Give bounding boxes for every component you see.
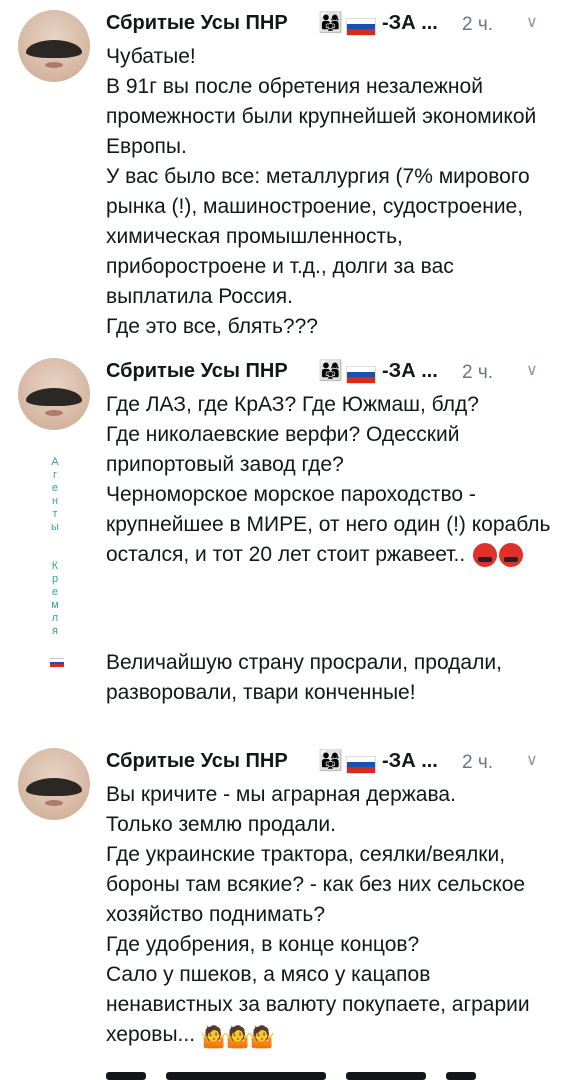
person-emoji-icon: 🤷 (224, 1026, 252, 1050)
avatar[interactable] (18, 358, 90, 430)
tweet-text: Вы кричите - мы аграрная держава. Только… (106, 780, 556, 1050)
tweet-text: Где ЛАЗ, где КрАЗ? Где Южмаш, блд? Где н… (106, 390, 556, 570)
family-emoji-icon: 👨‍👩‍👧 (318, 12, 343, 34)
author-name[interactable]: Сбритые Усы ПНР (106, 360, 288, 383)
next-tweet-cutoff (106, 1068, 506, 1080)
angry-face-icon (499, 543, 524, 568)
tweet-3[interactable]: Сбритые Усы ПНР 👨‍👩‍👧 -ЗА ... 2 ч. ∨ Вы … (0, 748, 567, 1068)
tweet-time[interactable]: 2 ч. (462, 362, 493, 384)
tweet-2[interactable]: Сбритые Усы ПНР 👨‍👩‍👧 -ЗА ... 2 ч. ∨ Где… (0, 358, 567, 738)
mouth-graphic (45, 410, 63, 416)
tweet-text-part1: Где ЛАЗ, где КрАЗ? Где Южмаш, блд? Где н… (106, 393, 551, 566)
tweet-time[interactable]: 2 ч. (462, 752, 493, 774)
tweet-header: Сбритые Усы ПНР 👨‍👩‍👧 -ЗА ... 2 ч. ∨ (106, 358, 546, 388)
tweet-text-part2: Величайшую страну просрали, продали, раз… (106, 651, 502, 704)
chevron-down-icon[interactable]: ∨ (526, 750, 538, 770)
mouth-graphic (45, 800, 63, 806)
avatar[interactable] (18, 748, 90, 820)
avatar[interactable] (18, 10, 90, 82)
angry-face-icon (473, 543, 498, 568)
tweet-time[interactable]: 2 ч. (462, 14, 493, 36)
tweet-header: Сбритые Усы ПНР 👨‍👩‍👧 -ЗА ... 2 ч. ∨ (106, 748, 546, 778)
tweet-text: Чубатые! В 91г вы после обретения незале… (106, 45, 537, 338)
chevron-down-icon[interactable]: ∨ (526, 12, 538, 32)
author-name[interactable]: Сбритые Усы ПНР (106, 750, 288, 773)
family-emoji-icon: 👨‍👩‍👧 (318, 360, 343, 382)
mustache-graphic (26, 40, 82, 58)
side-tag-text: АгентыКремля (51, 456, 59, 637)
tweet-1[interactable]: Сбритые Усы ПНР 👨‍👩‍👧 -ЗА ... 2 ч. ∨ Чуб… (0, 10, 567, 355)
russia-flag-icon (50, 658, 64, 667)
tweet-header: Сбритые Усы ПНР 👨‍👩‍👧 -ЗА ... 2 ч. ∨ (106, 10, 546, 40)
author-name-suffix[interactable]: -ЗА ... (382, 360, 438, 383)
person-emoji-icon: 🤷 (248, 1026, 276, 1050)
mustache-graphic (26, 388, 82, 406)
author-name[interactable]: Сбритые Усы ПНР (106, 12, 288, 35)
author-name-suffix[interactable]: -ЗА ... (382, 12, 438, 35)
russia-flag-icon (346, 366, 376, 384)
chevron-down-icon[interactable]: ∨ (526, 360, 538, 380)
mustache-graphic (26, 778, 82, 796)
mouth-graphic (45, 62, 63, 68)
russia-flag-icon (346, 756, 376, 774)
family-emoji-icon: 👨‍👩‍👧 (318, 750, 343, 772)
author-name-suffix[interactable]: -ЗА ... (382, 750, 438, 773)
tweet-text-main: Вы кричите - мы аграрная держава. Только… (106, 783, 530, 1046)
person-emoji-icon: 🤷 (200, 1026, 228, 1050)
russia-flag-icon (346, 18, 376, 36)
